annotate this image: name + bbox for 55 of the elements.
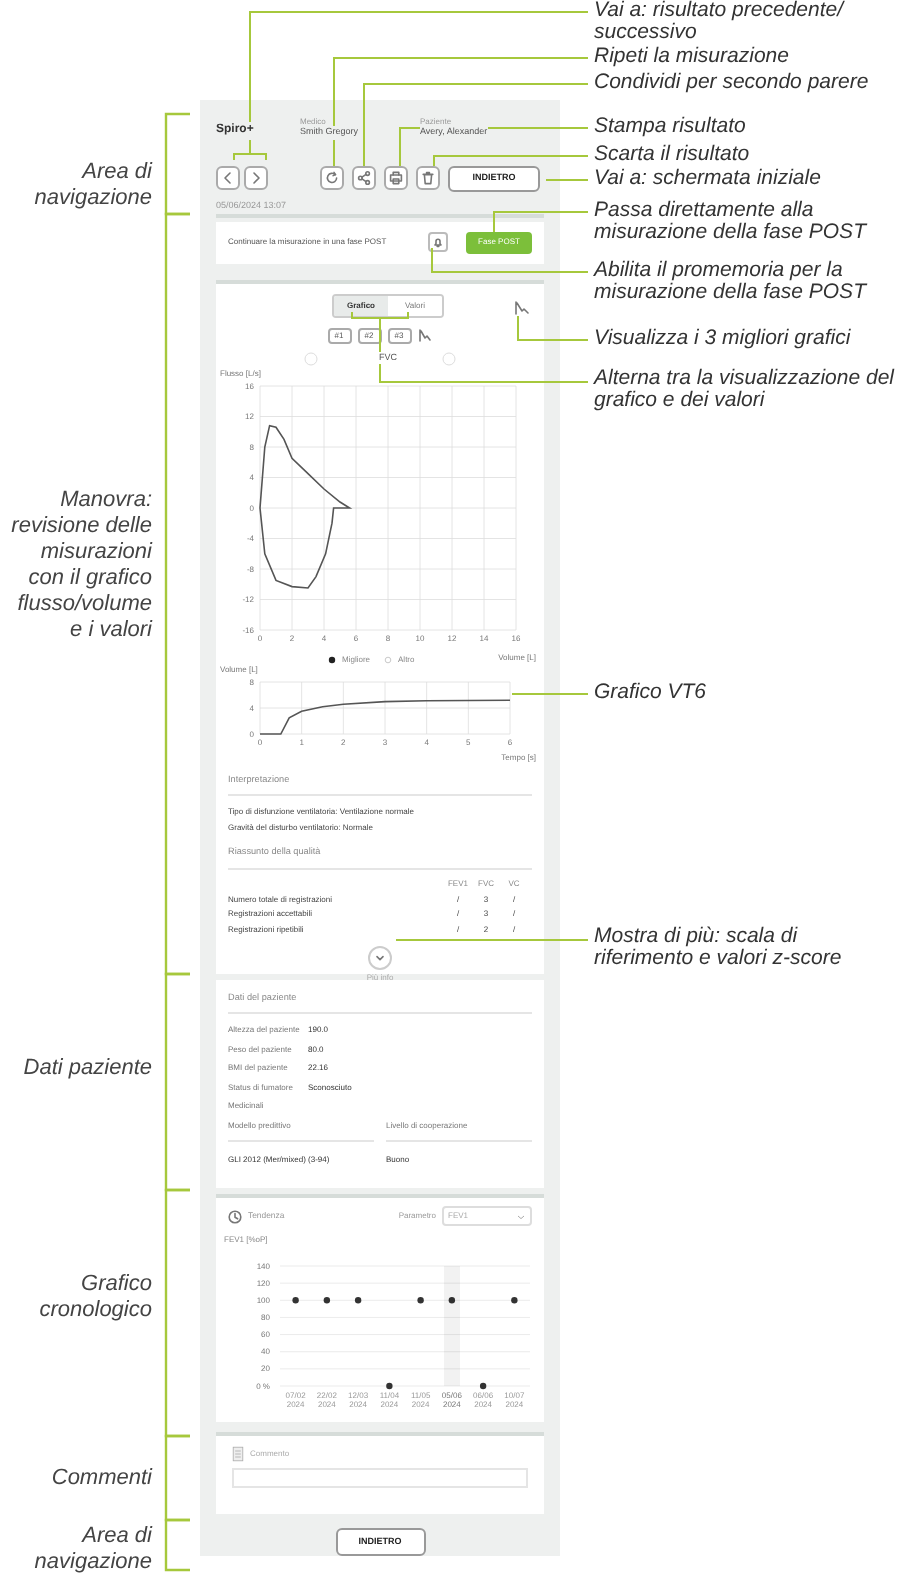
previous-button[interactable] xyxy=(216,166,240,191)
chart-line-icon xyxy=(418,328,432,343)
repeat-button[interactable] xyxy=(320,166,344,191)
callout-text: Vai a: schermata iniziale xyxy=(594,168,823,190)
chevron-right-icon xyxy=(248,170,264,187)
chevron-down-icon xyxy=(516,1211,526,1222)
callout-text: Scarta il risultato xyxy=(594,144,752,166)
chevron-down-icon xyxy=(374,951,386,964)
chevron-left-icon xyxy=(220,170,236,187)
data-point xyxy=(479,1383,487,1390)
legend-ring-icon xyxy=(384,655,393,664)
print-button[interactable] xyxy=(384,166,408,191)
bell-icon xyxy=(432,236,444,249)
callout-text: Condividi per secondo parere xyxy=(594,72,871,94)
callout-text: Stampa risultato xyxy=(594,116,748,138)
legend-dot-icon xyxy=(328,655,336,664)
data-point xyxy=(354,1297,362,1304)
leader-line xyxy=(493,211,589,233)
share-icon xyxy=(356,170,372,187)
section-label: Area di navigazione xyxy=(32,160,152,212)
data-point xyxy=(323,1297,331,1304)
callout-text: Mostra di più: scala di riferimento e valori z-score xyxy=(594,926,844,970)
callout-text: Vai a: risultato precedente/ successivo xyxy=(594,0,847,44)
data-point xyxy=(292,1297,299,1304)
callout-text: Abilita il promemoria per la misurazione della fase POST xyxy=(594,260,869,304)
delete-button[interactable] xyxy=(416,166,440,191)
callout-text: Visualizza i 3 migliori grafici xyxy=(594,328,853,350)
section-label: Grafico cronologico xyxy=(37,1272,152,1324)
refresh-icon xyxy=(324,170,340,187)
data-point xyxy=(511,1297,518,1304)
chart-line-icon xyxy=(514,299,530,316)
data-point xyxy=(417,1297,424,1304)
callout-text: Ripeti la misurazione xyxy=(594,46,791,68)
section-label: Commenti xyxy=(49,1466,152,1492)
next-button[interactable] xyxy=(244,166,268,191)
callout-text: Alterna tra la visualizzazione del grafico e dei valori xyxy=(594,368,897,412)
leader-line xyxy=(511,693,589,695)
callout-text: Passa direttamente alla misurazione della fase POST xyxy=(594,200,869,244)
share-button[interactable] xyxy=(352,166,376,191)
leader-line xyxy=(545,179,589,181)
best-charts-button[interactable] xyxy=(512,297,532,318)
trash-icon xyxy=(420,170,436,187)
section-label: Manovra: revisione delle misurazioni con il grafico flusso/volume e i valori xyxy=(9,488,152,644)
reminder-button[interactable] xyxy=(428,232,448,253)
printer-icon xyxy=(388,170,404,187)
comment-field[interactable] xyxy=(232,1468,528,1489)
clock-icon xyxy=(228,1209,242,1224)
more-button[interactable] xyxy=(368,945,392,970)
data-point xyxy=(448,1297,456,1304)
section-label: Dati paziente xyxy=(21,1056,152,1082)
section-label: Area di navigazione xyxy=(32,1524,152,1576)
document-icon xyxy=(232,1446,244,1463)
overlay-button[interactable] xyxy=(417,327,433,344)
data-point xyxy=(386,1383,393,1390)
callout-text: Grafico VT6 xyxy=(594,682,709,704)
